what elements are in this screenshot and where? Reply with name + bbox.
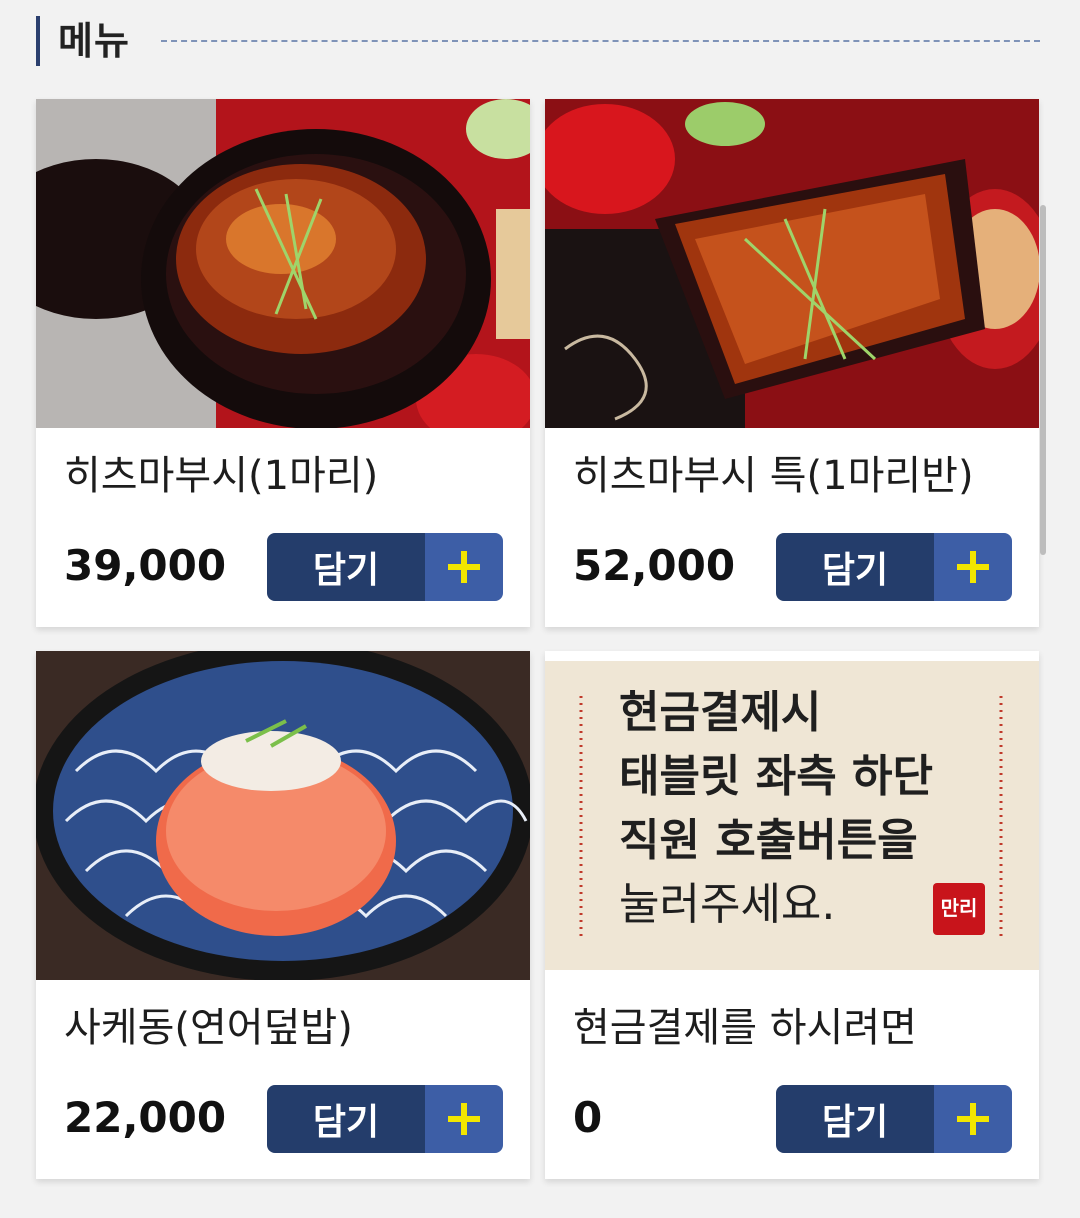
notice-line: 눌러주세요. [619,879,836,930]
header-accent-bar [36,16,40,66]
add-button-label: 담기 [267,1085,425,1153]
menu-item-price: 39,000 [64,541,227,590]
add-to-cart-button[interactable]: 담기 [776,1085,1012,1153]
notice-line: 태블릿 좌측 하단 [619,751,933,802]
add-to-cart-button[interactable]: 담기 [267,1085,503,1153]
menu-item-card[interactable]: 히츠마부시(1마리) 39,000 담기 [36,99,530,627]
plus-icon [425,1085,503,1153]
menu-item-photo[interactable] [36,651,530,980]
menu-item-photo[interactable] [36,99,530,428]
menu-item-card[interactable]: 히츠마부시 특(1마리반) 52,000 담기 [545,99,1039,627]
add-to-cart-button[interactable]: 담기 [776,533,1012,601]
menu-item-price: 22,000 [64,1093,227,1142]
menu-item-name: 사케동(연어덮밥) [64,1005,353,1051]
header-divider [161,40,1040,42]
menu-item-name: 히츠마부시(1마리) [64,453,379,499]
menu-item-name: 히츠마부시 특(1마리반) [573,453,974,499]
menu-item-card[interactable]: 현금결제시 태블릿 좌측 하단 직원 호출버튼을 눌러주세요. 만리 현금결제를… [545,651,1039,1179]
plus-icon [934,1085,1012,1153]
page-title: 메뉴 [58,19,130,63]
scrollbar-thumb[interactable] [1040,205,1046,555]
stamp-text: 만리 [940,896,978,920]
cash-payment-notice[interactable]: 현금결제시 태블릿 좌측 하단 직원 호출버튼을 눌러주세요. 만리 [545,661,1039,970]
notice-line: 현금결제시 [619,687,822,738]
plus-icon [425,533,503,601]
plus-icon [934,533,1012,601]
menu-item-price: 0 [573,1093,603,1142]
add-button-label: 담기 [776,1085,934,1153]
menu-item-photo[interactable] [545,99,1039,428]
add-button-label: 담기 [267,533,425,601]
menu-header: 메뉴 [36,14,1040,68]
add-to-cart-button[interactable]: 담기 [267,533,503,601]
seal-stamp: 만리 [933,883,985,935]
menu-item-card[interactable]: 사케동(연어덮밥) 22,000 담기 [36,651,530,1179]
menu-item-name: 현금결제를 하시려면 [573,1005,917,1051]
notice-line: 직원 호출버튼을 [619,815,918,866]
menu-item-price: 52,000 [573,541,736,590]
add-button-label: 담기 [776,533,934,601]
